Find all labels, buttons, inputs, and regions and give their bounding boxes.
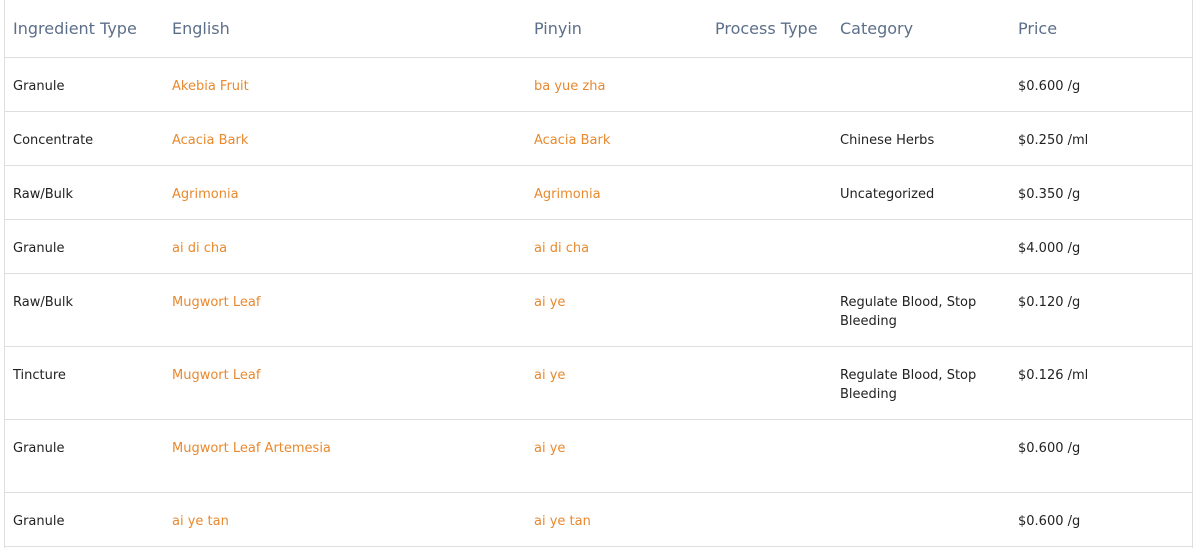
cell-category xyxy=(832,219,1010,274)
cell-price: $0.250 /ml xyxy=(1010,111,1192,166)
cell-process-type xyxy=(707,219,832,274)
english-name-link[interactable]: ai ye tan xyxy=(172,514,229,529)
cell-process-type xyxy=(707,165,832,220)
english-name-link[interactable]: Akebia Fruit xyxy=(172,79,249,94)
cell-ingredient-type: Raw/Bulk xyxy=(5,165,164,220)
pinyin-name-link[interactable]: ai ye tan xyxy=(534,514,591,529)
column-header-price[interactable]: Price xyxy=(1010,0,1192,58)
english-name-link[interactable]: Agrimonia xyxy=(172,187,239,202)
table-row: Tincture Mugwort Leaf ai ye Regulate Blo… xyxy=(5,346,1192,420)
column-header-category[interactable]: Category xyxy=(832,0,1010,58)
table-row: Granule ai ye tan ai ye tan $0.600 /g xyxy=(5,492,1192,547)
cell-ingredient-type: Raw/Bulk xyxy=(5,273,164,347)
cell-price: $4.000 /g xyxy=(1010,219,1192,274)
cell-pinyin: ai di cha xyxy=(526,219,707,274)
pinyin-name-link[interactable]: ai ye xyxy=(534,368,565,383)
cell-english: Mugwort Leaf xyxy=(164,273,526,347)
cell-category xyxy=(832,419,1010,493)
cell-english: Mugwort Leaf xyxy=(164,346,526,420)
english-name-link[interactable]: Mugwort Leaf xyxy=(172,368,260,383)
cell-price: $0.600 /g xyxy=(1010,492,1192,547)
cell-ingredient-type: Concentrate xyxy=(5,111,164,166)
english-name-link[interactable]: Mugwort Leaf Artemesia xyxy=(172,441,331,456)
table-row: Granule Mugwort Leaf Artemesia ai ye $0.… xyxy=(5,419,1192,493)
cell-price: $0.120 /g xyxy=(1010,273,1192,347)
cell-price: $0.600 /g xyxy=(1010,57,1192,112)
cell-category xyxy=(832,57,1010,112)
cell-ingredient-type: Granule xyxy=(5,57,164,112)
table-header-row: Ingredient Type English Pinyin Process T… xyxy=(5,0,1192,58)
cell-category xyxy=(832,492,1010,547)
cell-english: Mugwort Leaf Artemesia xyxy=(164,419,526,493)
table-row: Granule Akebia Fruit ba yue zha $0.600 /… xyxy=(5,57,1192,112)
cell-price: $0.350 /g xyxy=(1010,165,1192,220)
column-header-pinyin[interactable]: Pinyin xyxy=(526,0,707,58)
cell-process-type xyxy=(707,273,832,347)
cell-category: Chinese Herbs xyxy=(832,111,1010,166)
ingredients-table-container: Ingredient Type English Pinyin Process T… xyxy=(4,0,1193,548)
pinyin-name-link[interactable]: ai ye xyxy=(534,295,565,310)
cell-ingredient-type: Tincture xyxy=(5,346,164,420)
table-row: Raw/Bulk Mugwort Leaf ai ye Regulate Blo… xyxy=(5,273,1192,347)
cell-ingredient-type: Granule xyxy=(5,419,164,493)
pinyin-name-link[interactable]: Acacia Bark xyxy=(534,133,610,148)
cell-category: Regulate Blood, Stop Bleeding xyxy=(832,346,1010,420)
cell-process-type xyxy=(707,111,832,166)
cell-process-type xyxy=(707,492,832,547)
cell-english: Akebia Fruit xyxy=(164,57,526,112)
cell-pinyin: Acacia Bark xyxy=(526,111,707,166)
cell-english: Acacia Bark xyxy=(164,111,526,166)
cell-category: Regulate Blood, Stop Bleeding xyxy=(832,273,1010,347)
table-row: Concentrate Acacia Bark Acacia Bark Chin… xyxy=(5,111,1192,166)
cell-english: ai ye tan xyxy=(164,492,526,547)
pinyin-name-link[interactable]: ai di cha xyxy=(534,241,589,256)
table-row: Granule ai di cha ai di cha $4.000 /g xyxy=(5,219,1192,274)
pinyin-name-link[interactable]: Agrimonia xyxy=(534,187,601,202)
column-header-ingredient-type[interactable]: Ingredient Type xyxy=(5,0,164,58)
cell-english: ai di cha xyxy=(164,219,526,274)
english-name-link[interactable]: ai di cha xyxy=(172,241,227,256)
cell-price: $0.126 /ml xyxy=(1010,346,1192,420)
column-header-english[interactable]: English xyxy=(164,0,526,58)
cell-pinyin: ba yue zha xyxy=(526,57,707,112)
cell-pinyin: ai ye xyxy=(526,273,707,347)
cell-pinyin: ai ye tan xyxy=(526,492,707,547)
table-row: Raw/Bulk Agrimonia Agrimonia Uncategoriz… xyxy=(5,165,1192,220)
cell-process-type xyxy=(707,346,832,420)
english-name-link[interactable]: Acacia Bark xyxy=(172,133,248,148)
english-name-link[interactable]: Mugwort Leaf xyxy=(172,295,260,310)
cell-ingredient-type: Granule xyxy=(5,219,164,274)
ingredients-table: Ingredient Type English Pinyin Process T… xyxy=(5,0,1192,547)
cell-english: Agrimonia xyxy=(164,165,526,220)
cell-category: Uncategorized xyxy=(832,165,1010,220)
cell-pinyin: ai ye xyxy=(526,346,707,420)
cell-process-type xyxy=(707,57,832,112)
cell-process-type xyxy=(707,419,832,493)
pinyin-name-link[interactable]: ai ye xyxy=(534,441,565,456)
cell-pinyin: Agrimonia xyxy=(526,165,707,220)
cell-price: $0.600 /g xyxy=(1010,419,1192,493)
cell-ingredient-type: Granule xyxy=(5,492,164,547)
column-header-process-type[interactable]: Process Type xyxy=(707,0,832,58)
pinyin-name-link[interactable]: ba yue zha xyxy=(534,79,605,94)
cell-pinyin: ai ye xyxy=(526,419,707,493)
